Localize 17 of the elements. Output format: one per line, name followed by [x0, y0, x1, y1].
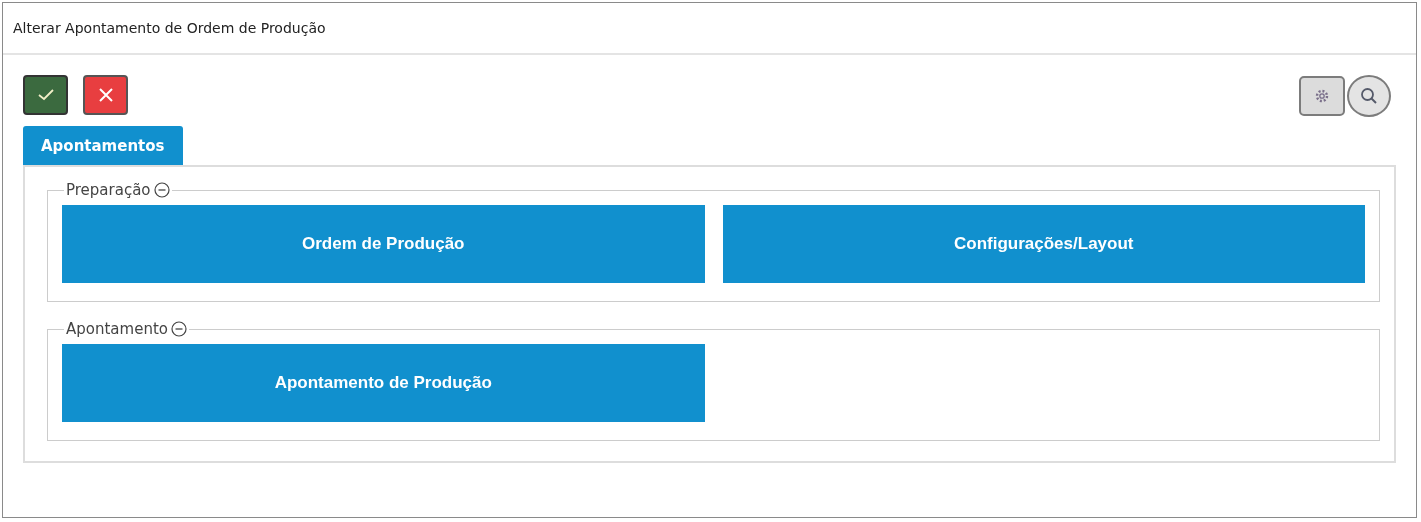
collapse-icon[interactable] [170, 321, 187, 337]
cancel-button[interactable] [83, 75, 128, 115]
settings-icon [1314, 88, 1330, 104]
tab[interactable]: Apontamentos [23, 126, 183, 165]
confirm-button[interactable] [23, 75, 68, 115]
settings-button[interactable] [1299, 76, 1345, 116]
tile-button[interactable]: Ordem de Produção [62, 205, 705, 283]
check-icon [37, 89, 54, 101]
tile-button[interactable]: Apontamento de Produção [62, 344, 705, 422]
section-title: Apontamento [66, 320, 168, 338]
search-button[interactable] [1347, 75, 1391, 117]
window-title: Alterar Apontamento de Ordem de Produção [13, 20, 326, 36]
close-icon [98, 88, 113, 102]
search-icon [1360, 87, 1378, 105]
section-title: Preparação [66, 181, 151, 199]
collapse-icon[interactable] [153, 182, 170, 198]
tile-button[interactable]: Configurações/Layout [722, 205, 1365, 283]
